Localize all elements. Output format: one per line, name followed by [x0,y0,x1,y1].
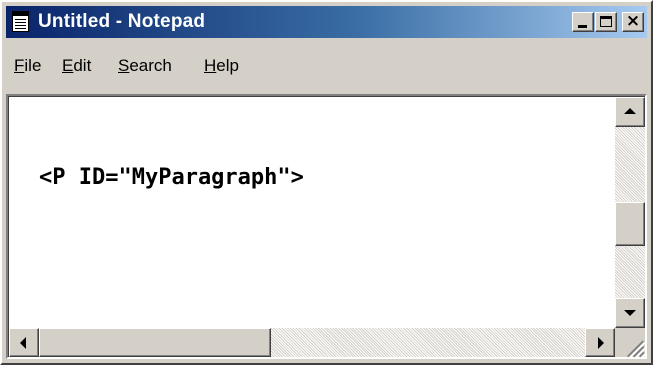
grip-line [639,351,645,358]
menu-edit-label: dit [73,56,92,75]
minimize-button[interactable] [572,12,594,32]
arrow-right-icon [598,337,604,349]
menu-help[interactable]: Help [204,56,239,76]
minimize-icon [578,25,587,28]
arrow-left-icon [20,337,26,349]
menu-search[interactable]: Search [118,56,172,76]
client-area: <P ID="MyParagraph"> [6,94,647,359]
close-button[interactable]: × [622,11,644,32]
vertical-scrollbar[interactable] [615,97,645,328]
text-editor[interactable]: <P ID="MyParagraph"> [9,97,615,328]
vertical-scroll-thumb[interactable] [615,202,645,246]
menu-bar: File Edit Search Help [6,40,647,92]
maximize-icon [600,16,612,27]
menu-file-accel: F [14,56,25,75]
title-bar[interactable]: Untitled - Notepad × [6,6,647,38]
menu-search-label: earch [129,56,172,75]
menu-help-label: elp [216,56,239,75]
horizontal-scroll-thumb[interactable] [39,328,271,357]
scroll-up-button[interactable] [615,97,645,127]
menu-edit-accel: E [62,56,74,75]
arrow-up-icon [624,108,636,114]
maximize-button[interactable] [595,12,617,32]
menu-help-accel: H [204,56,217,75]
menu-file[interactable]: File [14,56,41,76]
scroll-left-button[interactable] [9,328,39,357]
menu-edit[interactable]: Edit [62,56,91,76]
scroll-down-button[interactable] [615,298,645,328]
editor-content: <P ID="MyParagraph"> [39,165,304,190]
notepad-icon[interactable] [12,11,29,32]
close-icon: × [625,11,641,31]
client-inner: <P ID="MyParagraph"> [8,96,645,358]
arrow-down-icon [624,310,636,316]
menu-search-accel: S [118,56,130,75]
notepad-window: Untitled - Notepad × File Edit Search He… [0,0,653,365]
window-title: Untitled - Notepad [38,11,206,32]
horizontal-scrollbar[interactable] [9,328,615,357]
scroll-right-button[interactable] [585,328,615,357]
size-grip[interactable] [615,328,645,358]
menu-file-label: ile [24,56,42,75]
